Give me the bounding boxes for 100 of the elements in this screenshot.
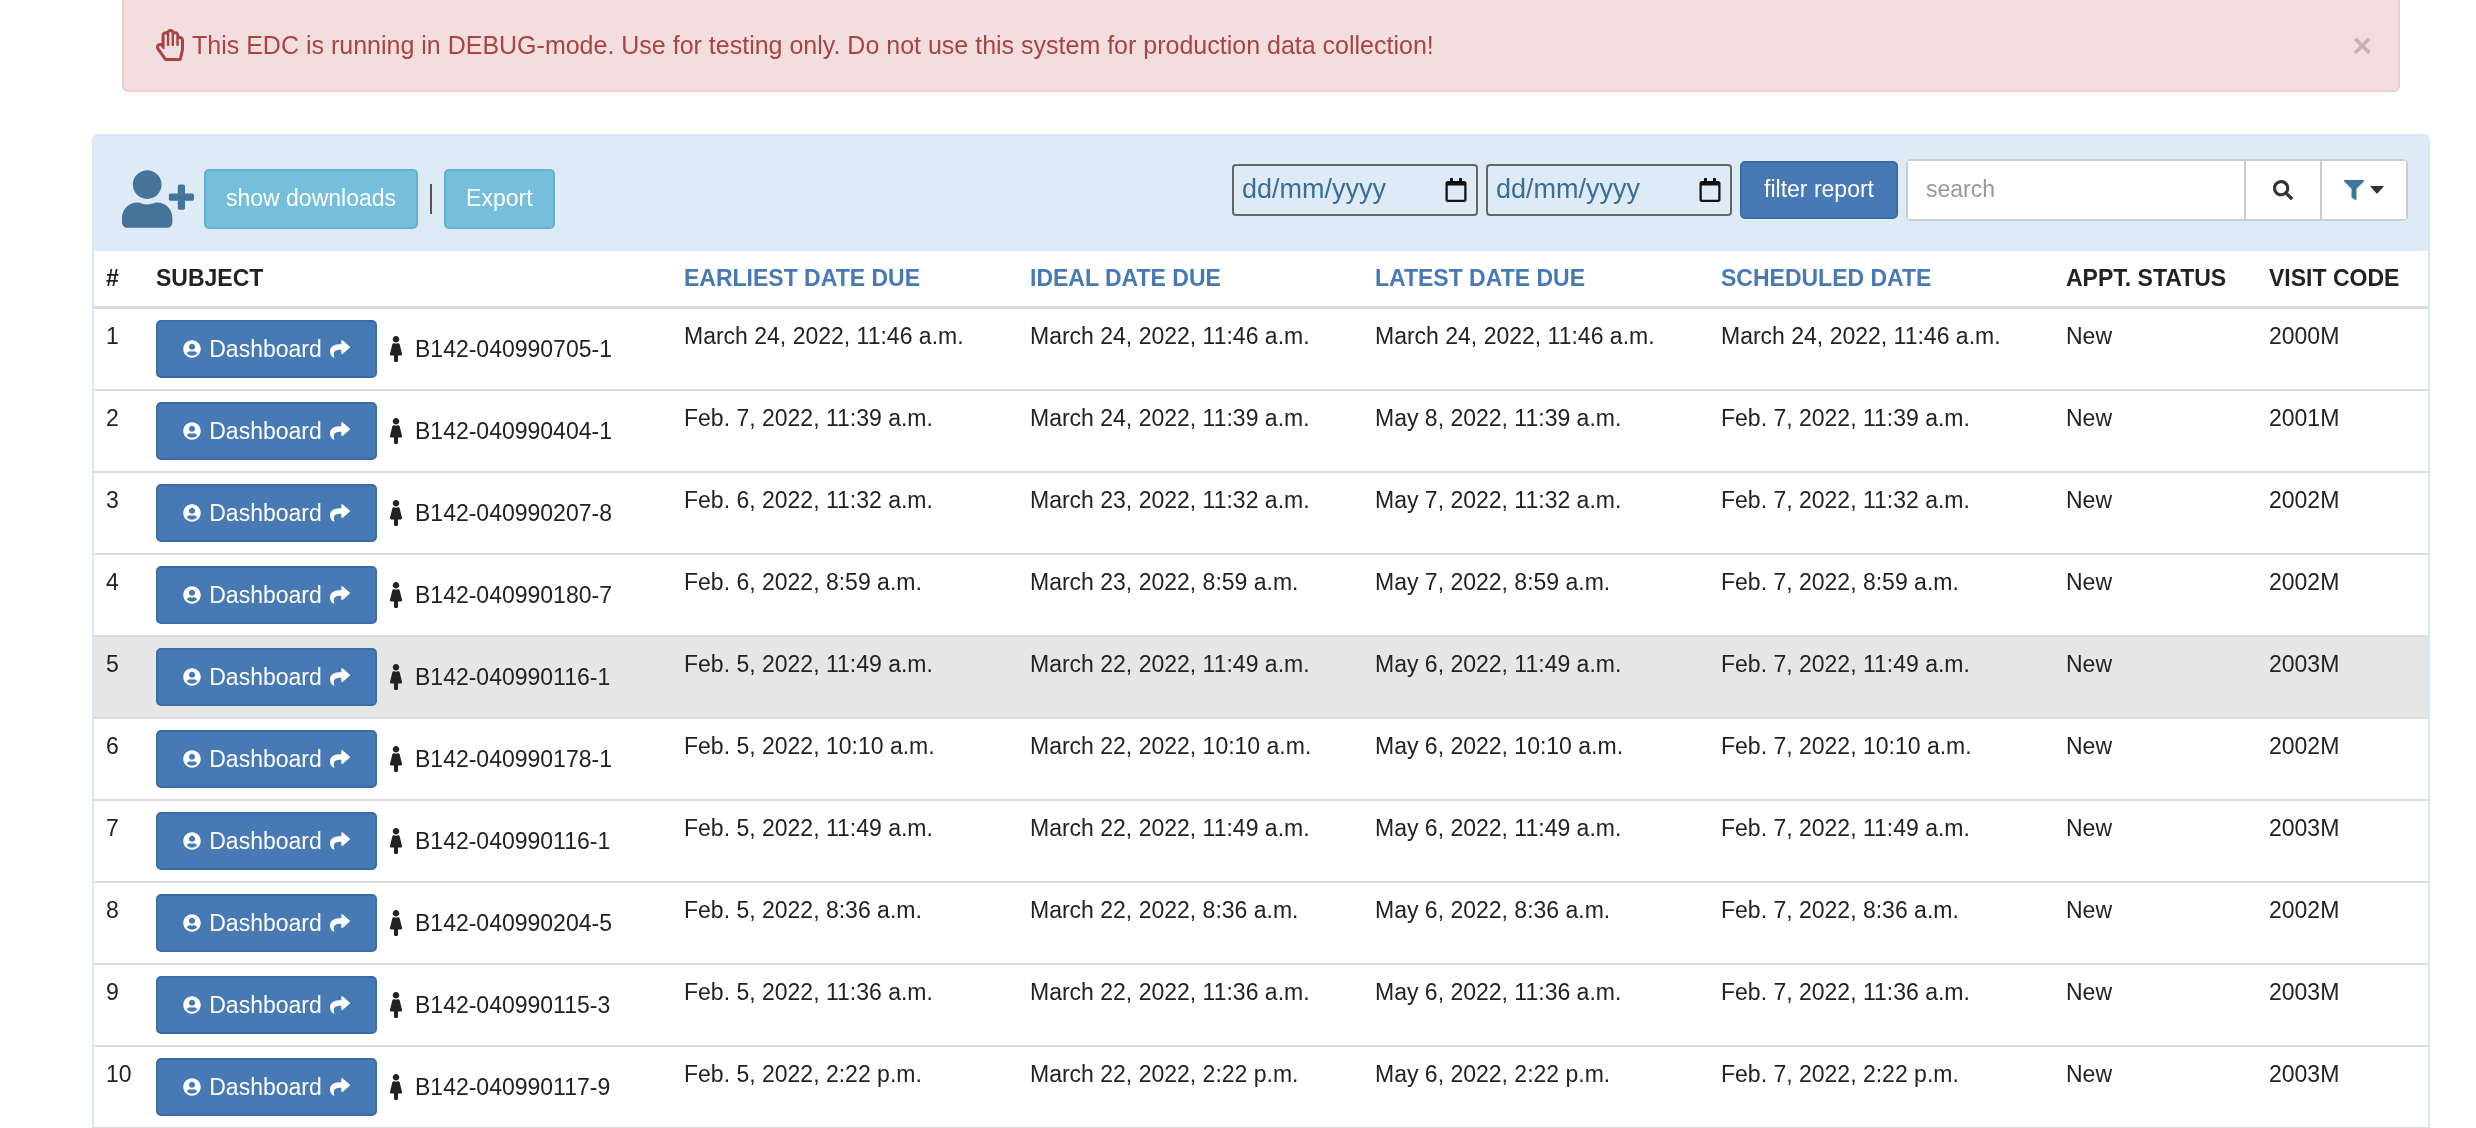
table-cell-text: New bbox=[2065, 896, 2113, 925]
dashboard-button[interactable]: Dashboard bbox=[156, 648, 377, 706]
table-cell-text: March 22, 2022, 11:36 a.m. bbox=[1029, 978, 1311, 1007]
share-arrow-icon bbox=[329, 913, 350, 933]
table-cell-text: May 6, 2022, 11:36 a.m. bbox=[1374, 978, 1623, 1007]
column-header: APPT. STATUS bbox=[2065, 265, 2228, 292]
table-cell-text: March 24, 2022, 11:46 a.m. bbox=[683, 322, 965, 351]
row-number: 1 bbox=[105, 322, 120, 351]
dashboard-button[interactable]: Dashboard bbox=[156, 730, 377, 788]
table-cell-text: 2000M bbox=[2268, 322, 2341, 351]
table-cell-text: Feb. 5, 2022, 11:36 a.m. bbox=[683, 978, 934, 1007]
table-cell-text: 2001M bbox=[2268, 404, 2341, 433]
table-cell-text: 2003M bbox=[2268, 650, 2341, 679]
dashboard-button[interactable]: Dashboard bbox=[156, 812, 377, 870]
date-input[interactable]: dd/mm/yyyy bbox=[1496, 174, 1677, 205]
sortable-column-header[interactable]: SCHEDULED DATE bbox=[1709, 265, 2054, 292]
table-cell-text: Feb. 7, 2022, 11:49 a.m. bbox=[1720, 814, 1971, 843]
table-cell-text: New bbox=[2065, 732, 2113, 761]
hand-icon bbox=[154, 29, 186, 61]
sortable-column-header[interactable]: IDEAL DATE DUE bbox=[1018, 265, 1363, 292]
share-arrow-icon bbox=[329, 585, 350, 605]
caret-icon bbox=[2370, 185, 2384, 194]
subject-id: B142-040990705-1 bbox=[415, 335, 612, 363]
column-header: VISIT CODE bbox=[2268, 265, 2401, 292]
share-arrow-icon bbox=[329, 667, 350, 687]
table-cell-text: Feb. 5, 2022, 11:49 a.m. bbox=[683, 814, 934, 843]
share-arrow-icon bbox=[329, 503, 350, 523]
funnel-icon bbox=[2344, 179, 2364, 200]
table-cell-text: March 24, 2022, 11:46 a.m. bbox=[1720, 322, 2002, 351]
subject-id: B142-040990178-1 bbox=[415, 745, 612, 773]
table-cell-text: Feb. 7, 2022, 10:10 a.m. bbox=[1720, 732, 1973, 761]
table-cell-text: New bbox=[2065, 486, 2113, 515]
date-field[interactable]: dd/mm/yyyy bbox=[1486, 163, 1733, 216]
row-number: 6 bbox=[105, 732, 120, 761]
calendar-icon[interactable] bbox=[1698, 177, 1723, 202]
table-cell-text: Feb. 7, 2022, 11:39 a.m. bbox=[1720, 404, 1971, 433]
table-cell-text: May 6, 2022, 2:22 p.m. bbox=[1374, 1060, 1612, 1089]
table-cell-text: 2003M bbox=[2268, 978, 2341, 1007]
table-cell-text: March 23, 2022, 8:59 a.m. bbox=[1029, 568, 1300, 597]
dashboard-button[interactable]: Dashboard bbox=[156, 1058, 377, 1116]
row-number: 2 bbox=[105, 404, 120, 433]
search-icon bbox=[2273, 179, 2293, 200]
search-field[interactable]: search bbox=[1906, 158, 2408, 221]
table-cell-text: 2002M bbox=[2268, 486, 2341, 515]
subject-id: B142-040990180-7 bbox=[415, 581, 612, 609]
table-cell-text: Feb. 7, 2022, 2:22 p.m. bbox=[1720, 1060, 1960, 1089]
table-cell-text: 2002M bbox=[2268, 896, 2341, 925]
table-cell-text: Feb. 5, 2022, 11:49 a.m. bbox=[683, 650, 934, 679]
table-cell-text: May 7, 2022, 11:32 a.m. bbox=[1374, 486, 1623, 515]
row-number: 3 bbox=[105, 486, 120, 515]
share-arrow-icon bbox=[329, 995, 350, 1015]
table-cell-text: March 24, 2022, 11:46 a.m. bbox=[1029, 322, 1311, 351]
filter-dropdown-button[interactable] bbox=[2320, 160, 2406, 219]
subject-id: B142-040990207-8 bbox=[415, 499, 612, 527]
subject-id: B142-040990116-1 bbox=[415, 663, 611, 691]
table-cell-text: Feb. 7, 2022, 8:36 a.m. bbox=[1720, 896, 1960, 925]
share-arrow-icon bbox=[329, 1077, 350, 1097]
table-cell-text: May 7, 2022, 8:59 a.m. bbox=[1374, 568, 1612, 597]
table-cell-text: March 22, 2022, 2:22 p.m. bbox=[1029, 1060, 1300, 1089]
table-cell-text: New bbox=[2065, 568, 2113, 597]
table-cell-text: Feb. 7, 2022, 11:39 a.m. bbox=[683, 404, 934, 433]
table-cell-text: Feb. 7, 2022, 11:49 a.m. bbox=[1720, 650, 1971, 679]
row-number: 9 bbox=[105, 978, 120, 1007]
sortable-column-header[interactable]: EARLIEST DATE DUE bbox=[672, 265, 1018, 292]
alert-message: This EDC is running in DEBUG-mode. Use for testing only. Do not use this system for production data collection! bbox=[192, 30, 1435, 60]
table-cell-text: Feb. 7, 2022, 11:32 a.m. bbox=[1720, 486, 1971, 515]
dashboard-button[interactable]: Dashboard bbox=[156, 894, 377, 952]
subject-id: B142-040990117-9 bbox=[415, 1073, 611, 1101]
subject-id: B142-040990115-3 bbox=[415, 991, 611, 1019]
sortable-column-header[interactable]: LATEST DATE DUE bbox=[1363, 265, 1709, 292]
table-cell-text: New bbox=[2065, 978, 2113, 1007]
table-cell-text: March 24, 2022, 11:46 a.m. bbox=[1374, 322, 1656, 351]
calendar-icon[interactable] bbox=[1444, 177, 1469, 202]
column-header: # bbox=[105, 265, 120, 292]
table-cell-text: May 6, 2022, 8:36 a.m. bbox=[1374, 896, 1612, 925]
dashboard-button[interactable]: Dashboard bbox=[156, 320, 377, 378]
dashboard-button[interactable]: Dashboard bbox=[156, 484, 377, 542]
table-cell-text: May 6, 2022, 10:10 a.m. bbox=[1374, 732, 1625, 761]
share-arrow-icon bbox=[329, 421, 350, 441]
date-input[interactable]: dd/mm/yyyy bbox=[1242, 174, 1423, 205]
table-cell-text: March 23, 2022, 11:32 a.m. bbox=[1029, 486, 1311, 515]
dashboard-button[interactable]: Dashboard bbox=[156, 976, 377, 1034]
row-number: 4 bbox=[105, 568, 120, 597]
table-cell-text: New bbox=[2065, 322, 2113, 351]
table-cell-text: 2003M bbox=[2268, 814, 2341, 843]
table-cell-text: New bbox=[2065, 1060, 2113, 1089]
table-cell-text: New bbox=[2065, 814, 2113, 843]
table-cell-text: 2002M bbox=[2268, 568, 2341, 597]
row-number: 10 bbox=[105, 1060, 133, 1089]
table-cell-text: New bbox=[2065, 404, 2113, 433]
table-cell-text: March 22, 2022, 10:10 a.m. bbox=[1029, 732, 1313, 761]
dashboard-button[interactable]: Dashboard bbox=[156, 566, 377, 624]
dashboard-button[interactable]: Dashboard bbox=[156, 402, 377, 460]
filter-report-button[interactable]: filter report bbox=[1740, 160, 1898, 219]
table-cell-text: March 22, 2022, 11:49 a.m. bbox=[1029, 650, 1311, 679]
table-cell-text: May 6, 2022, 11:49 a.m. bbox=[1374, 650, 1623, 679]
date-field[interactable]: dd/mm/yyyy bbox=[1232, 163, 1479, 216]
subject-id: B142-040990116-1 bbox=[415, 827, 611, 855]
table-cell-text: Feb. 7, 2022, 11:36 a.m. bbox=[1720, 978, 1971, 1007]
share-arrow-icon bbox=[329, 339, 350, 359]
